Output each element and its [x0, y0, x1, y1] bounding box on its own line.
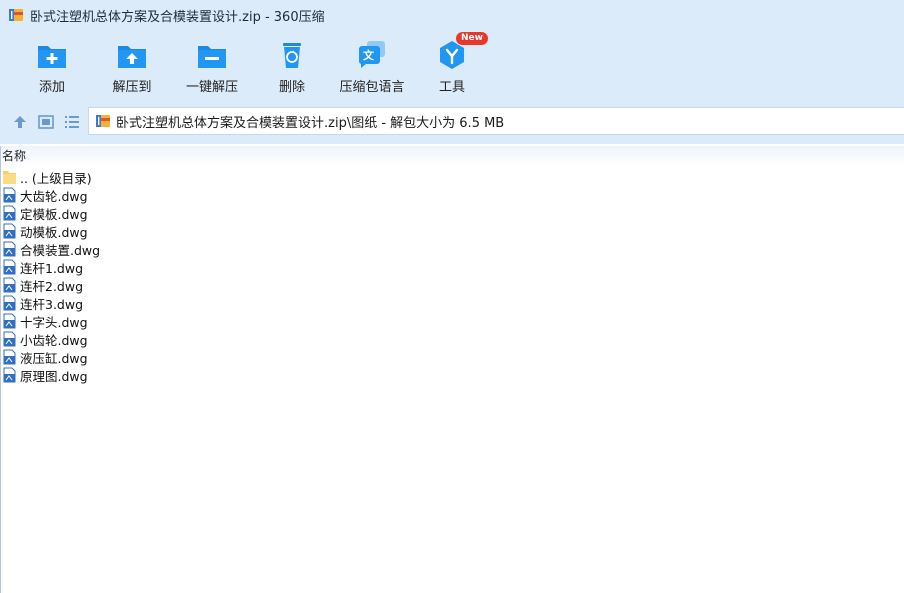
toolbar: 添加 解压到 一键解压 删除 文 压缩包语言 New 工具 [0, 30, 904, 100]
file-row[interactable]: 小齿轮.dwg [2, 330, 602, 348]
extract-folder-icon [118, 46, 146, 68]
file-row[interactable]: 动模板.dwg [2, 222, 602, 240]
tools-button[interactable]: New 工具 [412, 32, 492, 96]
file-name: 十字头.dwg [20, 314, 88, 330]
file-row[interactable]: 定模板.dwg [2, 204, 602, 222]
list-view-icon[interactable] [63, 113, 81, 131]
parent-directory-label: .. (上级目录) [20, 170, 92, 186]
file-row[interactable]: 液压缸.dwg [2, 348, 602, 366]
dwg-file-icon [3, 205, 16, 221]
add-button[interactable]: 添加 [12, 38, 92, 96]
delete-button[interactable]: 删除 [252, 38, 332, 96]
archive-language-label: 压缩包语言 [339, 80, 405, 95]
extract-to-button[interactable]: 解压到 [92, 38, 172, 96]
address-bar[interactable]: 卧式注塑机总体方案及合模装置设计.zip\图纸 - 解包大小为 6.5 MB [88, 107, 904, 135]
translate-icon: 文 [358, 41, 385, 68]
address-path: 卧式注塑机总体方案及合模装置设计.zip\图纸 - 解包大小为 6.5 MB [116, 115, 505, 131]
one-click-extract-button[interactable]: 一键解压 [172, 38, 252, 96]
tools-label: 工具 [438, 80, 465, 95]
divider [0, 146, 1, 593]
new-badge: New [456, 32, 488, 45]
file-row[interactable]: 连杆1.dwg [2, 258, 602, 276]
file-name: 原理图.dwg [20, 368, 88, 384]
file-name: 大齿轮.dwg [20, 188, 88, 204]
up-arrow-icon[interactable] [11, 113, 29, 131]
file-name: 液压缸.dwg [20, 350, 88, 366]
file-name: 连杆2.dwg [20, 278, 84, 294]
file-name: 定模板.dwg [20, 206, 88, 222]
dwg-file-icon [3, 223, 16, 239]
file-row[interactable]: 连杆3.dwg [2, 294, 602, 312]
dwg-file-icon [3, 241, 16, 257]
add-folder-icon [38, 46, 66, 68]
file-name: 合模装置.dwg [20, 242, 101, 258]
file-list: .. (上级目录) 大齿轮.dwg 定模板.dwg 动模板.dwg 合模装置.dwg 连… [2, 168, 602, 384]
archive-language-button[interactable]: 文 压缩包语言 [332, 38, 412, 96]
recycle-bin-icon [283, 43, 301, 68]
column-header-name[interactable]: 名称 [0, 146, 904, 166]
delete-label: 删除 [278, 80, 305, 95]
file-name: 连杆1.dwg [20, 260, 84, 276]
file-row[interactable]: 十字头.dwg [2, 312, 602, 330]
dwg-file-icon [3, 367, 16, 383]
dwg-file-icon [3, 187, 16, 203]
dwg-file-icon [3, 313, 16, 329]
dwg-file-icon [3, 331, 16, 347]
dwg-file-icon [3, 277, 16, 293]
file-name: 动模板.dwg [20, 224, 88, 240]
file-row[interactable]: 合模装置.dwg [2, 240, 602, 258]
dwg-file-icon [3, 259, 16, 275]
navigation-bar: 卧式注塑机总体方案及合模装置设计.zip\图纸 - 解包大小为 6.5 MB [0, 100, 904, 144]
extract-to-label: 解压到 [112, 80, 152, 95]
file-name: 连杆3.dwg [20, 296, 84, 312]
thumbnail-view-icon[interactable] [37, 113, 55, 131]
file-row[interactable]: 原理图.dwg [2, 366, 602, 384]
file-row[interactable]: 连杆2.dwg [2, 276, 602, 294]
parent-directory-row[interactable]: .. (上级目录) [2, 168, 602, 186]
dwg-file-icon [3, 295, 16, 311]
svg-text:文: 文 [363, 48, 375, 62]
dwg-file-icon [3, 349, 16, 365]
archive-icon [9, 9, 23, 21]
add-label: 添加 [38, 80, 65, 95]
extract-archive-icon [198, 46, 226, 68]
title-bar: 卧式注塑机总体方案及合模装置设计.zip - 360压缩 [0, 0, 904, 30]
folder-icon [3, 171, 16, 184]
window-title: 卧式注塑机总体方案及合模装置设计.zip - 360压缩 [30, 9, 325, 25]
one-click-extract-label: 一键解压 [185, 80, 238, 95]
archive-icon [96, 115, 110, 127]
file-row[interactable]: 大齿轮.dwg [2, 186, 602, 204]
file-name: 小齿轮.dwg [20, 332, 88, 348]
